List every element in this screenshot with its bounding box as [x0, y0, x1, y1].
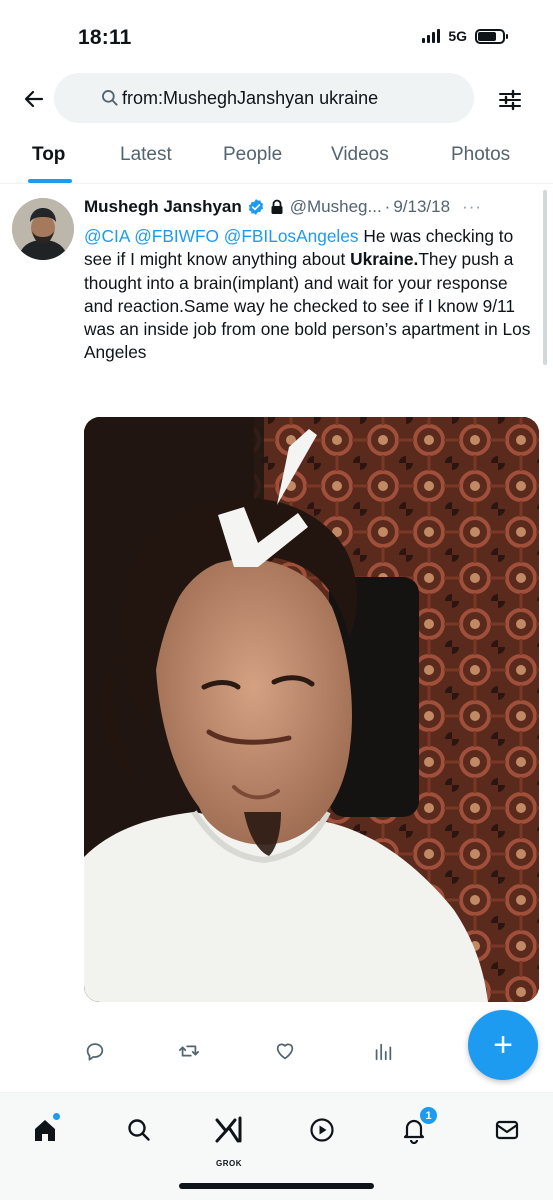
nav-notifications[interactable]: 1 — [397, 1107, 437, 1147]
avatar-image — [12, 198, 74, 260]
views-icon[interactable] — [372, 1040, 394, 1062]
grok-label: GROK — [216, 1159, 242, 1168]
tweet-text-bold: Ukraine. — [350, 249, 419, 270]
nav-search[interactable] — [122, 1113, 156, 1147]
tab-people[interactable]: People — [223, 144, 282, 166]
status-indicators: 5G — [422, 28, 508, 44]
author-handle[interactable]: @Musheg... — [290, 197, 382, 217]
search-input[interactable]: from:MusheghJanshyan ukraine — [54, 73, 474, 123]
lock-icon — [271, 199, 283, 214]
nav-home[interactable] — [28, 1113, 62, 1147]
mention-link[interactable]: @FBILosAngeles — [224, 226, 359, 246]
notifications-badge: 1 — [420, 1107, 437, 1124]
nav-video[interactable] — [305, 1113, 339, 1147]
battery-icon — [475, 28, 508, 44]
compose-button[interactable]: + — [468, 1010, 538, 1080]
home-indicator — [179, 1183, 374, 1189]
signal-icon — [422, 29, 441, 43]
nav-grok[interactable]: GROK — [212, 1113, 246, 1168]
home-icon — [35, 1120, 55, 1141]
status-bar: 18:11 5G — [0, 0, 553, 70]
search-query: from:MusheghJanshyan ukraine — [122, 87, 379, 108]
tab-photos[interactable]: Photos — [451, 144, 510, 166]
separator: · — [384, 197, 391, 216]
filter-button[interactable] — [494, 84, 526, 116]
tweet-text: @CIA @FBIWFO @FBILosAngeles He was check… — [84, 225, 532, 365]
tab-top[interactable]: Top — [32, 144, 65, 166]
verified-badge-icon — [248, 199, 263, 215]
retweet-icon[interactable] — [178, 1040, 200, 1062]
more-options-button[interactable]: ··· — [462, 197, 482, 217]
like-icon[interactable] — [274, 1040, 296, 1062]
tweet-photo — [84, 417, 539, 1002]
plus-icon: + — [493, 1026, 513, 1064]
tweet-header: Mushegh Janshyan @Musheg... · 9/13/18 ··… — [84, 197, 544, 217]
tweet-media[interactable] — [84, 417, 539, 1002]
arrow-left-icon — [24, 90, 44, 108]
search-header: from:MusheghJanshyan ukraine — [0, 70, 553, 128]
mention-link[interactable]: @CIA — [84, 226, 129, 246]
search-tabs: Top Latest People Videos Photos — [0, 128, 553, 184]
avatar[interactable] — [12, 198, 74, 260]
network-type: 5G — [448, 28, 467, 44]
author-name[interactable]: Mushegh Janshyan — [84, 197, 242, 217]
video-icon — [310, 1118, 334, 1142]
sliders-icon — [499, 89, 521, 111]
home-badge-dot — [53, 1113, 60, 1120]
tab-videos[interactable]: Videos — [331, 144, 389, 166]
tweet-date[interactable]: 9/13/18 — [393, 197, 450, 217]
back-button[interactable] — [18, 83, 50, 115]
search-icon — [102, 90, 118, 106]
tweet-actions — [84, 1040, 414, 1070]
status-time: 18:11 — [78, 26, 132, 49]
grok-icon — [215, 1116, 242, 1143]
search-icon — [128, 1119, 150, 1141]
tab-latest[interactable]: Latest — [120, 144, 172, 166]
mention-link[interactable]: @FBIWFO — [134, 226, 219, 246]
active-tab-indicator — [28, 179, 72, 183]
nav-messages[interactable] — [490, 1113, 524, 1147]
reply-icon[interactable] — [84, 1040, 106, 1062]
messages-icon — [495, 1120, 519, 1140]
